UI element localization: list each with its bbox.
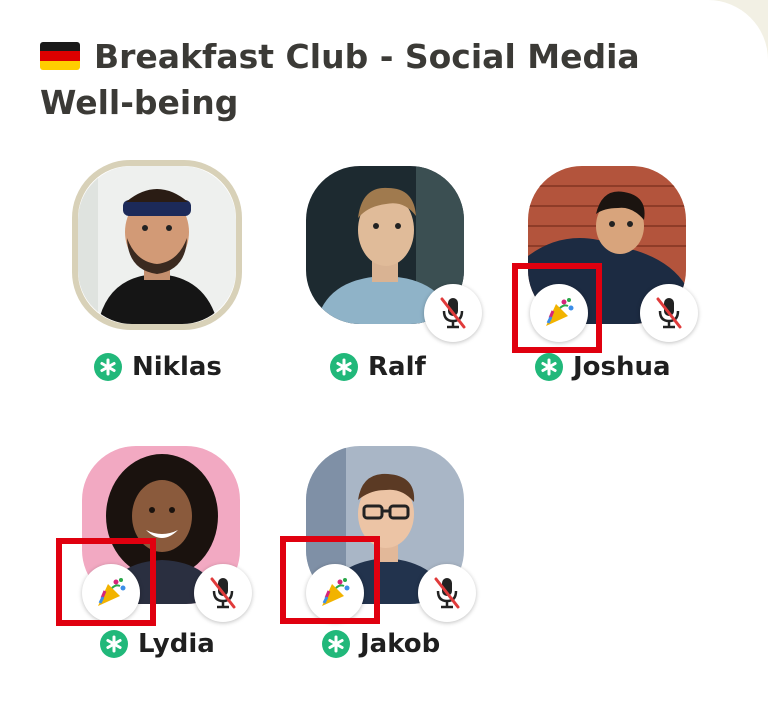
avatar-niklas [78,166,236,324]
mic-muted-icon [210,577,236,609]
speaker-name-row: Jakob [322,628,440,660]
highlight-box [56,538,156,626]
speaker-name-row: Lydia [100,628,215,660]
speaker-name: Niklas [132,352,222,382]
speaker-name: Jakob [360,629,441,659]
speaker-name-row: Joshua [535,351,671,383]
moderator-asterisk-icon [322,630,350,658]
moderator-asterisk-icon [535,353,563,381]
moderator-asterisk-icon [94,353,122,381]
avatar[interactable] [78,166,236,324]
speaker-name: Lydia [138,629,215,659]
muted-mic-badge [424,284,482,342]
room-card: Breakfast Club - Social Media Well-being… [0,0,768,720]
speaker-name-row: Niklas [94,351,222,383]
highlight-box [512,263,602,353]
muted-mic-badge [640,284,698,342]
moderator-asterisk-icon [330,353,358,381]
speaker-name: Joshua [573,352,671,382]
mic-muted-icon [434,577,460,609]
speaker-name-row: Ralf [330,351,426,383]
mic-muted-icon [440,297,466,329]
room-title-text: Breakfast Club - Social Media Well-being [40,37,640,123]
room-title: Breakfast Club - Social Media Well-being [40,34,680,126]
muted-mic-badge [194,564,252,622]
muted-mic-badge [418,564,476,622]
mic-muted-icon [656,297,682,329]
highlight-box [280,536,380,624]
germany-flag-icon [40,42,80,70]
moderator-asterisk-icon [100,630,128,658]
speaker-name: Ralf [368,352,426,382]
